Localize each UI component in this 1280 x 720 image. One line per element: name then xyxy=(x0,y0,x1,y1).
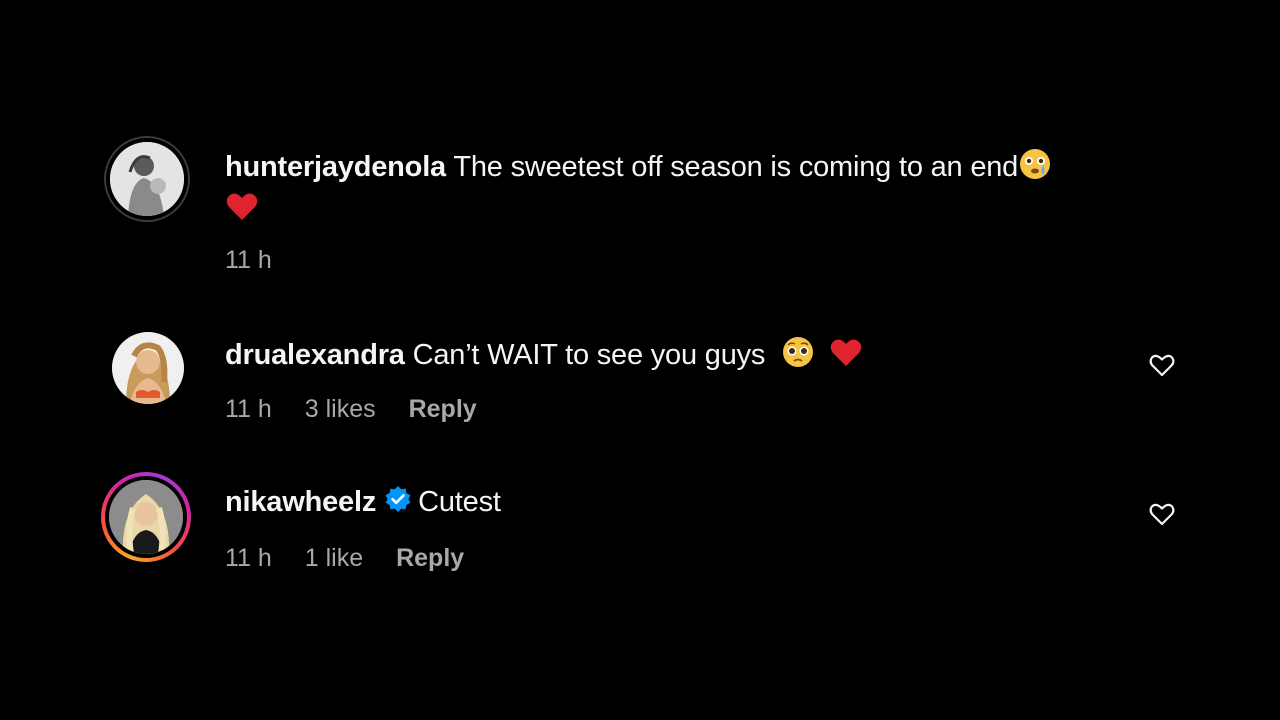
username[interactable]: nikawheelz xyxy=(225,486,376,518)
red-heart-emoji-icon xyxy=(829,336,863,377)
username[interactable]: drualexandra xyxy=(225,339,405,371)
heart-outline-icon xyxy=(1149,354,1175,377)
heart-outline-icon xyxy=(1149,503,1175,526)
red-heart-emoji-icon xyxy=(225,190,259,231)
avatar[interactable] xyxy=(112,332,184,404)
comment-meta: 11 h 1 like Reply xyxy=(225,543,490,573)
teary-face-emoji-icon xyxy=(1018,147,1052,190)
like-button[interactable] xyxy=(1148,351,1176,379)
comment-meta: 11 h xyxy=(225,245,298,275)
timestamp: 11 h xyxy=(225,544,272,572)
reply-button[interactable]: Reply xyxy=(396,544,464,572)
comment-text: Can’t WAIT to see you guys xyxy=(412,339,766,372)
timestamp: 11 h xyxy=(225,246,272,274)
comment-text-line: drualexandra Can’t WAIT to see you guys xyxy=(225,335,863,378)
reply-button[interactable]: Reply xyxy=(409,395,477,423)
like-button[interactable] xyxy=(1148,500,1176,528)
username[interactable]: hunterjaydenola xyxy=(225,151,446,183)
comment-text-line-2 xyxy=(225,190,259,231)
timestamp: 11 h xyxy=(225,395,272,423)
comment-meta: 11 h 3 likes Reply xyxy=(225,394,503,424)
likes-count[interactable]: 1 like xyxy=(305,544,363,572)
comment-text-line: hunterjaydenola The sweetest off season … xyxy=(225,147,1052,190)
avatar[interactable] xyxy=(110,142,184,216)
pleading-face-emoji-icon xyxy=(781,335,815,378)
verified-badge-icon xyxy=(384,485,412,522)
comment-text: The sweetest off season is coming to an … xyxy=(453,151,1019,184)
avatar[interactable] xyxy=(109,480,183,554)
likes-count[interactable]: 3 likes xyxy=(305,395,376,423)
comment-text-line: nikawheelz Cutest xyxy=(225,484,501,522)
comment-text: Cutest xyxy=(418,486,501,518)
